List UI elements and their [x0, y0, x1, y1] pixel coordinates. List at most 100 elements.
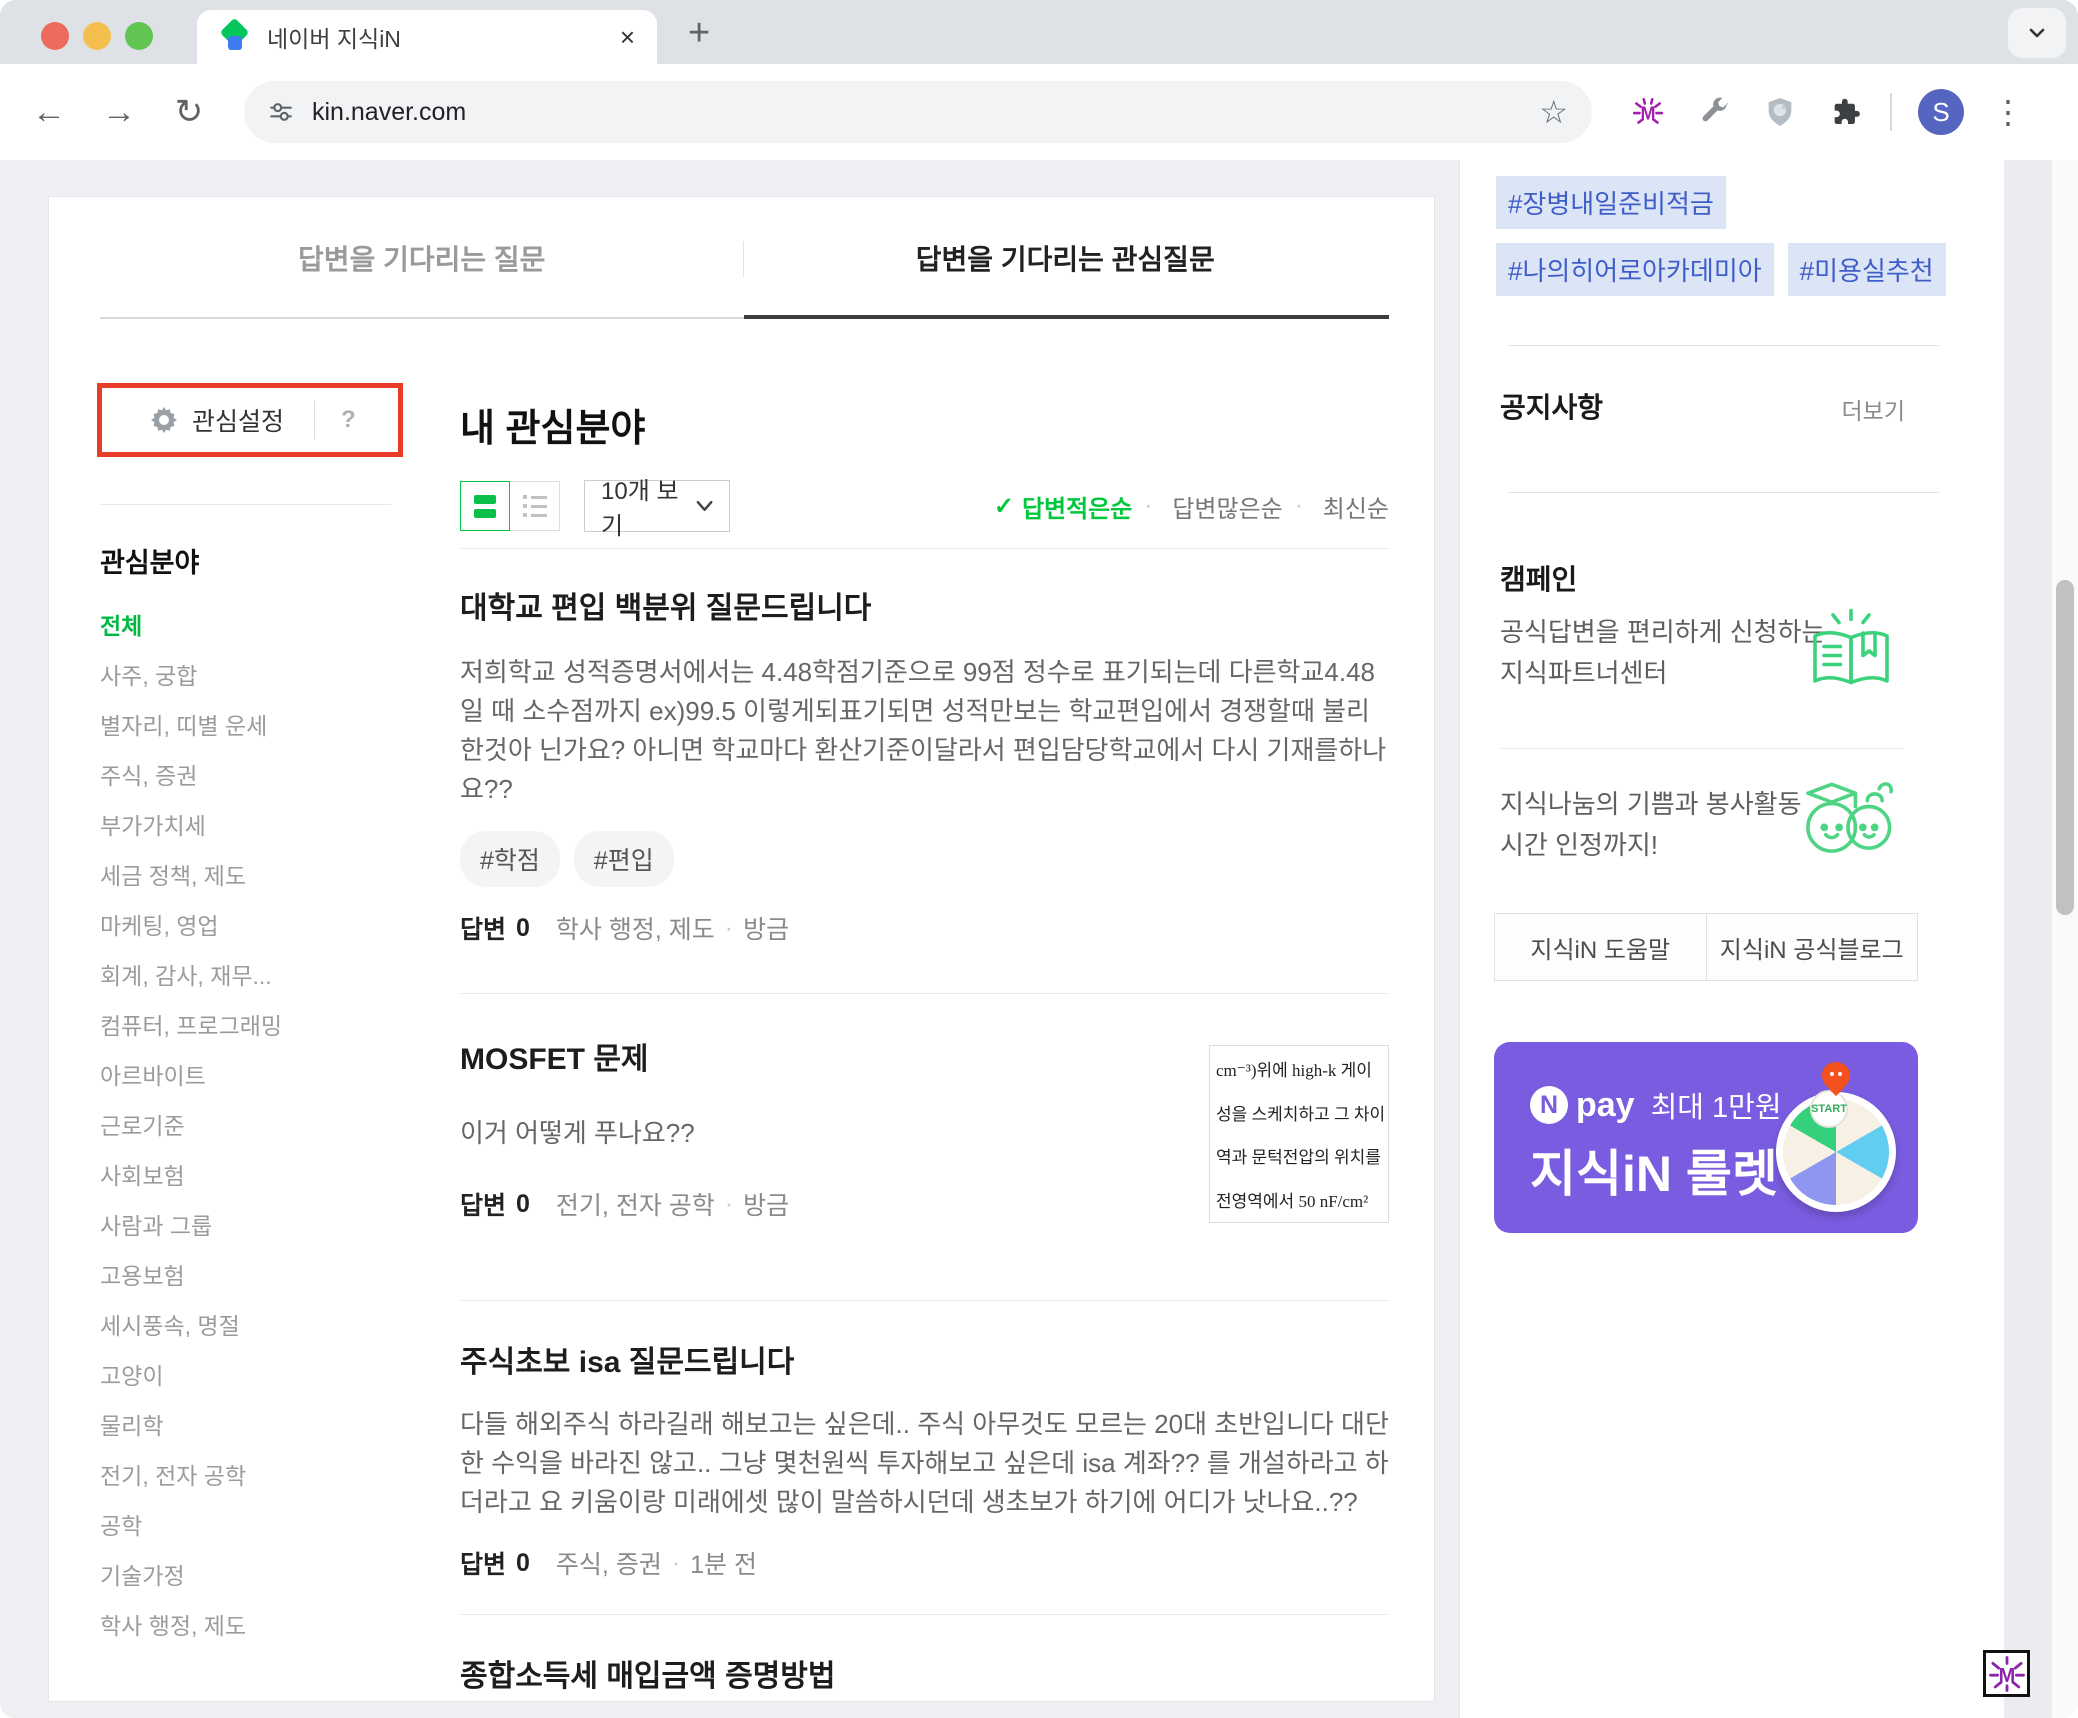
- browser-tab[interactable]: 네이버 지식iN ×: [197, 10, 657, 64]
- npay-logo-icon: N: [1530, 1086, 1568, 1124]
- sidebar-category-item[interactable]: 사람과 그룹: [100, 1199, 400, 1249]
- window-minimize-button[interactable]: [83, 22, 111, 50]
- campaign-heading: 캠페인: [1500, 558, 1577, 598]
- new-tab-button[interactable]: +: [688, 12, 710, 55]
- interest-settings-button[interactable]: 관심설정 ?: [97, 383, 403, 457]
- sidebar-category-item[interactable]: 사회보험: [100, 1149, 400, 1199]
- gear-icon: [150, 406, 178, 434]
- kin-help-button[interactable]: 지식iN 도움말: [1495, 914, 1706, 980]
- extension-shield-icon[interactable]: [1762, 94, 1798, 130]
- tab-underline-inactive: [100, 317, 744, 319]
- right-sidebar: #장병내일준비적금 #나의히어로아카데미아 #미용실추천 공지사항 더보기 캠페…: [1459, 160, 2004, 1718]
- profile-avatar[interactable]: S: [1918, 89, 1964, 135]
- question-tag[interactable]: #편입: [574, 831, 674, 887]
- chevron-down-icon: [2025, 21, 2049, 45]
- sidebar-category-item[interactable]: 부가가치세: [100, 799, 400, 849]
- sidebar-category-item[interactable]: 전체: [100, 599, 400, 649]
- sidebar-category-item[interactable]: 주식, 증권: [100, 749, 400, 799]
- tab-title: 네이버 지식iN: [267, 20, 604, 54]
- svg-text:M: M: [1998, 1665, 2015, 1687]
- extension-m-icon[interactable]: M: [1630, 94, 1666, 130]
- hashtag-chip[interactable]: #나의히어로아카데미아: [1496, 243, 1774, 296]
- sidebar-category-item[interactable]: 물리학: [100, 1399, 400, 1449]
- sidebar-category-item[interactable]: 사주, 궁합: [100, 649, 400, 699]
- question-category[interactable]: 주식, 증권: [556, 1545, 662, 1581]
- trending-hashtags: #장병내일준비적금 #나의히어로아카데미아 #미용실추천: [1496, 176, 1970, 296]
- kin-footer-buttons: 지식iN 도움말 지식iN 공식블로그: [1494, 913, 1918, 981]
- card-view-button[interactable]: [460, 481, 510, 531]
- question-title[interactable]: 주식초보 isa 질문드립니다: [460, 1345, 1389, 1381]
- sort-option[interactable]: ✓답변많은순: [1144, 489, 1282, 524]
- question-tag[interactable]: #학점: [460, 831, 560, 887]
- sidebar-category-item[interactable]: 근로기준: [100, 1099, 400, 1149]
- tab-waiting-interest-questions[interactable]: 답변을 기다리는 관심질문: [744, 197, 1388, 319]
- reload-button[interactable]: ↻: [168, 92, 210, 132]
- browser-menu-button[interactable]: ⋮: [1992, 93, 2022, 131]
- window-close-button[interactable]: [41, 22, 69, 50]
- banner-subtitle: 최대 1만원: [1651, 1084, 1782, 1126]
- forward-button[interactable]: →: [98, 93, 140, 132]
- sidebar-category-item[interactable]: 별자리, 띠별 운세: [100, 699, 400, 749]
- sidebar-category-item[interactable]: 마케팅, 영업: [100, 899, 400, 949]
- browser-window: 네이버 지식iN × + ← → ↻ kin.naver.com ☆ M: [0, 0, 2078, 1718]
- sidebar-category-item[interactable]: 전기, 전자 공학: [100, 1449, 400, 1499]
- back-button[interactable]: ←: [28, 93, 70, 132]
- bookmark-star-icon[interactable]: ☆: [1539, 93, 1568, 131]
- address-bar[interactable]: kin.naver.com ☆: [244, 81, 1592, 143]
- campaign-item-partner-center[interactable]: 공식답변을 편리하게 신청하는 지식파트너센터: [1500, 612, 1830, 694]
- sidebar-category-item[interactable]: 고양이: [100, 1349, 400, 1399]
- sidebar-category-item[interactable]: 기술가정: [100, 1549, 400, 1599]
- question-category[interactable]: 학사 행정, 제도: [556, 910, 715, 946]
- url-text[interactable]: kin.naver.com: [312, 98, 466, 127]
- question-meta: 답변 0 주식, 증권 · 1분 전: [460, 1548, 1389, 1578]
- campaign-item-volunteer[interactable]: 지식나눔의 기쁨과 봉사활동 시간 인정까지!: [1500, 784, 1830, 866]
- window-zoom-button[interactable]: [125, 22, 153, 50]
- sidebar-category-item[interactable]: 공학: [100, 1499, 400, 1549]
- tab-search-button[interactable]: [2008, 8, 2066, 58]
- site-info-icon[interactable]: [268, 99, 294, 125]
- hashtag-chip[interactable]: #미용실추천: [1788, 243, 1946, 296]
- question-body: 저희학교 성적증명서에서는 4.48학점기준으로 99점 정수로 표기되는데 다…: [460, 653, 1389, 809]
- svg-text:M: M: [1641, 103, 1656, 123]
- page-scrollbar: [2052, 160, 2078, 1718]
- campaign-divider: [1500, 748, 1904, 749]
- close-tab-icon[interactable]: ×: [620, 22, 635, 53]
- page-title: 내 관심분야: [460, 397, 1389, 452]
- question-thumbnail[interactable]: cm⁻³)위에 high-k 게이 성을 스케치하고 그 차이 역과 문턱전압의…: [1209, 1045, 1389, 1223]
- sidebar-category-item[interactable]: 학사 행정, 제도: [100, 1599, 400, 1649]
- answer-count: 0: [516, 1549, 530, 1578]
- question-item: 대학교 편입 백분위 질문드립니다 저희학교 성적증명서에서는 4.48학점기준…: [460, 549, 1389, 994]
- scrollbar-thumb[interactable]: [2056, 580, 2074, 915]
- list-view-button[interactable]: [510, 481, 560, 531]
- sidebar-heading: 관심분야: [100, 541, 199, 580]
- sidebar-category-item[interactable]: 세시풍속, 명절: [100, 1299, 400, 1349]
- question-title[interactable]: 종합소득세 매입금액 증명방법: [460, 1659, 1389, 1695]
- question-category[interactable]: 전기, 전자 공학: [556, 1186, 715, 1222]
- npay-roulette-banner[interactable]: N pay 최대 1만원 지식iN 룰렛 START: [1494, 1042, 1918, 1233]
- sidebar-category-item[interactable]: 아르바이트: [100, 1049, 400, 1099]
- hashtag-chip[interactable]: #장병내일준비적금: [1496, 176, 1726, 229]
- graduates-characters-icon: [1796, 768, 1900, 865]
- view-toggle: [460, 481, 560, 531]
- sidebar-category-item[interactable]: 고용보험: [100, 1249, 400, 1299]
- tab-divider: [743, 241, 744, 277]
- kin-blog-button[interactable]: 지식iN 공식블로그: [1706, 914, 1918, 980]
- notice-more-link[interactable]: 더보기: [1842, 392, 1905, 426]
- page-background: 답변을 기다리는 질문 답변을 기다리는 관심질문 관심설정 ? 관심분야: [0, 160, 2078, 1718]
- question-item: 종합소득세 매입금액 증명방법 안녕하세요 저는 해외사이트에서 기프트카드를 …: [460, 1615, 1389, 1702]
- banner-title: 지식iN 룰렛: [1530, 1134, 1778, 1206]
- extensions-puzzle-icon[interactable]: [1828, 94, 1864, 130]
- sort-option[interactable]: ✓답변적은순: [994, 489, 1133, 524]
- sidebar-category-item[interactable]: 컴퓨터, 프로그래밍: [100, 999, 400, 1049]
- sidebar-category-item[interactable]: 세금 정책, 제도: [100, 849, 400, 899]
- sidebar-category-item[interactable]: 회계, 감사, 재무...: [100, 949, 400, 999]
- answer-count: 0: [516, 1190, 530, 1219]
- main-column: 내 관심분야 10개 보기: [460, 397, 1389, 1702]
- interest-category-list: 전체 사주, 궁합 별자리, 띠별 운세 주식, 증권 부가가치세 세금 정책,…: [100, 599, 400, 1649]
- help-button[interactable]: ?: [341, 406, 356, 434]
- page-size-select[interactable]: 10개 보기: [584, 480, 730, 532]
- question-title[interactable]: 대학교 편입 백분위 질문드립니다: [460, 591, 1389, 627]
- tab-waiting-questions[interactable]: 답변을 기다리는 질문: [100, 197, 744, 319]
- extension-wrench-icon[interactable]: [1696, 94, 1732, 130]
- sort-option[interactable]: ✓최신순: [1295, 489, 1389, 524]
